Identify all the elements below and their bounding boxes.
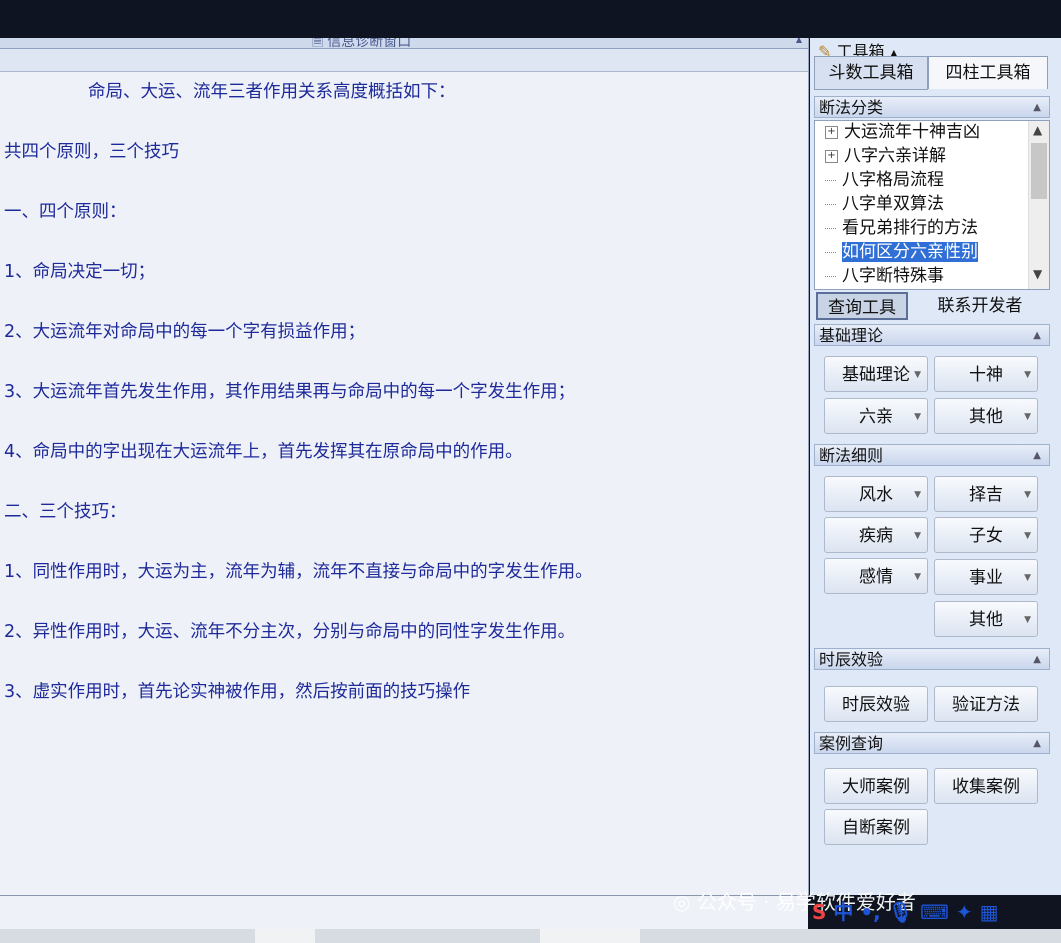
tree-item-selected[interactable]: 如何区分六亲性别	[825, 241, 979, 264]
verification-method-button[interactable]: 验证方法	[934, 686, 1038, 722]
content-line: 3、虚实作用时，首先论实神被作用，然后按前面的技巧操作	[4, 682, 471, 702]
classification-tree: + 大运流年十神吉凶 + 八字六亲详解 八字格局流程 八字单双算法 看兄弟排行的方法…	[814, 120, 1050, 290]
content-line: 一、四个原则：	[4, 202, 127, 222]
ten-gods-button[interactable]: 十神 ▼	[934, 356, 1038, 392]
tree-item[interactable]: + 八字六亲详解	[825, 145, 946, 168]
diagnosis-window: 信息诊断窗口 ▲ 命局、大运、流年三者作用关系高度概括如下： 共四个原则，三个技…	[0, 38, 809, 895]
section-title: 断法细则	[819, 446, 884, 465]
content-line: 4、命局中的字出现在大运流年上，首先发挥其在原命局中的作用。	[4, 442, 523, 462]
section-header-rules[interactable]: 断法细则 ▲	[814, 444, 1050, 466]
other-rules-button[interactable]: 其他 ▼	[934, 601, 1038, 637]
keyboard-icon[interactable]: ⌨	[920, 900, 949, 924]
collapse-arrow-icon[interactable]: ▲	[1033, 325, 1041, 347]
scroll-down-icon[interactable]: ▼	[1033, 267, 1042, 281]
collapse-arrow-icon[interactable]: ▲	[1033, 97, 1041, 119]
tab-bazi-toolbox[interactable]: 四柱工具箱	[928, 56, 1048, 89]
tree-item[interactable]: 八字单双算法	[825, 193, 944, 216]
window-title-bar: 信息诊断窗口 ▲	[0, 38, 808, 49]
skin-icon[interactable]: ✦	[956, 900, 973, 924]
content-line: 3、大运流年首先发生作用，其作用结果再与命局中的每一个字发生作用；	[4, 382, 576, 402]
collapse-arrow-icon[interactable]: ▲	[1033, 649, 1041, 671]
mic-icon[interactable]: 🎙	[888, 900, 913, 924]
expand-icon[interactable]: +	[825, 149, 838, 163]
ime-toolbar[interactable]: S 中 •, 🎙 ⌨ ✦ ▦	[812, 896, 999, 925]
collapse-arrow-icon[interactable]: ▲	[796, 38, 802, 44]
emotion-button[interactable]: 感情 ▼	[824, 558, 928, 594]
dropdown-arrow-icon: ▼	[914, 412, 921, 422]
other-theory-button[interactable]: 其他 ▼	[934, 398, 1038, 434]
dropdown-arrow-icon: ▼	[914, 490, 921, 500]
content-line: 1、命局决定一切；	[4, 262, 156, 282]
taskbar-strip	[0, 929, 1061, 943]
basic-theory-button[interactable]: 基础理论 ▼	[824, 356, 928, 392]
collapse-arrow-icon[interactable]: ▲	[1033, 733, 1041, 755]
section-title: 断法分类	[819, 98, 884, 117]
window-toolbar	[0, 49, 808, 72]
window-title: 信息诊断窗口	[312, 38, 411, 48]
taskbar-segment	[255, 929, 315, 943]
content-line: 2、异性作用时，大运、流年不分主次，分别与命局中的同性字发生作用。	[4, 622, 576, 642]
expand-icon[interactable]: +	[825, 125, 838, 139]
top-dark-bar	[0, 0, 1061, 38]
hour-verification-button[interactable]: 时辰效验	[824, 686, 928, 722]
content-line: 二、三个技巧：	[4, 502, 127, 522]
collected-cases-button[interactable]: 收集案例	[934, 768, 1038, 804]
dropdown-arrow-icon: ▼	[1024, 490, 1031, 500]
children-button[interactable]: 子女 ▼	[934, 517, 1038, 553]
toolbox-icon[interactable]: ▦	[980, 900, 999, 924]
taskbar-segment	[540, 929, 640, 943]
tab-ziwei-toolbox[interactable]: 斗数工具箱	[814, 56, 928, 90]
content-line: 1、同性作用时，大运为主，流年为辅，流年不直接与命局中的字发生作用。	[4, 562, 593, 582]
tree-item[interactable]: 八字断特殊事	[825, 265, 944, 288]
ime-mode[interactable]: 中	[833, 900, 853, 924]
illness-button[interactable]: 疾病 ▼	[824, 517, 928, 553]
dropdown-arrow-icon: ▼	[1024, 531, 1031, 541]
dropdown-arrow-icon: ▼	[1024, 370, 1031, 380]
section-title: 案例查询	[819, 734, 884, 753]
dropdown-arrow-icon: ▼	[1024, 615, 1031, 625]
content-line: 共四个原则，三个技巧	[4, 142, 179, 162]
toolbox-panel: ✎ 工具箱 ▲ 斗数工具箱 四柱工具箱 断法分类 ▲ + 大运流年十神吉凶 + 八字…	[810, 38, 1061, 895]
tree-item[interactable]: 八字格局流程	[825, 169, 944, 192]
six-relatives-button[interactable]: 六亲 ▼	[824, 398, 928, 434]
toolbox-header: ✎ 工具箱 ▲	[810, 38, 1061, 61]
dropdown-arrow-icon: ▼	[914, 531, 921, 541]
tree-item[interactable]: 看兄弟排行的方法	[825, 217, 978, 240]
section-title: 基础理论	[819, 326, 884, 345]
tree-item[interactable]: + 大运流年十神吉凶	[825, 121, 980, 144]
section-header-cases[interactable]: 案例查询 ▲	[814, 732, 1050, 754]
content-body: 命局、大运、流年三者作用关系高度概括如下： 共四个原则，三个技巧 一、四个原则：…	[0, 72, 808, 894]
content-line: 2、大运流年对命局中的每一个字有损益作用；	[4, 322, 366, 342]
self-cases-button[interactable]: 自断案例	[824, 809, 928, 845]
dropdown-arrow-icon: ▼	[1024, 573, 1031, 583]
ime-logo-icon: S	[812, 900, 827, 924]
section-header-classification[interactable]: 断法分类 ▲	[814, 96, 1050, 118]
collapse-arrow-icon[interactable]: ▲	[1033, 445, 1041, 467]
career-button[interactable]: 事业 ▼	[934, 559, 1038, 595]
scroll-up-icon[interactable]: ▲	[1033, 123, 1042, 137]
auspicious-date-button[interactable]: 择吉 ▼	[934, 476, 1038, 512]
content-line: 命局、大运、流年三者作用关系高度概括如下：	[88, 82, 456, 102]
master-cases-button[interactable]: 大师案例	[824, 768, 928, 804]
scroll-thumb[interactable]	[1031, 143, 1047, 199]
section-header-basic-theory[interactable]: 基础理论 ▲	[814, 324, 1050, 346]
wechat-icon: ◎	[673, 890, 691, 914]
punctuation-icon[interactable]: •,	[860, 900, 880, 924]
tab-query-tools[interactable]: 查询工具	[816, 292, 908, 320]
section-title: 时辰效验	[819, 650, 884, 669]
tree-scrollbar[interactable]: ▲ ▼	[1028, 121, 1049, 289]
tab-contact-developer[interactable]: 联系开发者	[920, 292, 1040, 320]
dropdown-arrow-icon: ▼	[914, 370, 921, 380]
dropdown-arrow-icon: ▼	[914, 572, 921, 582]
section-header-timing[interactable]: 时辰效验 ▲	[814, 648, 1050, 670]
fengshui-button[interactable]: 风水 ▼	[824, 476, 928, 512]
dropdown-arrow-icon: ▼	[1024, 412, 1031, 422]
